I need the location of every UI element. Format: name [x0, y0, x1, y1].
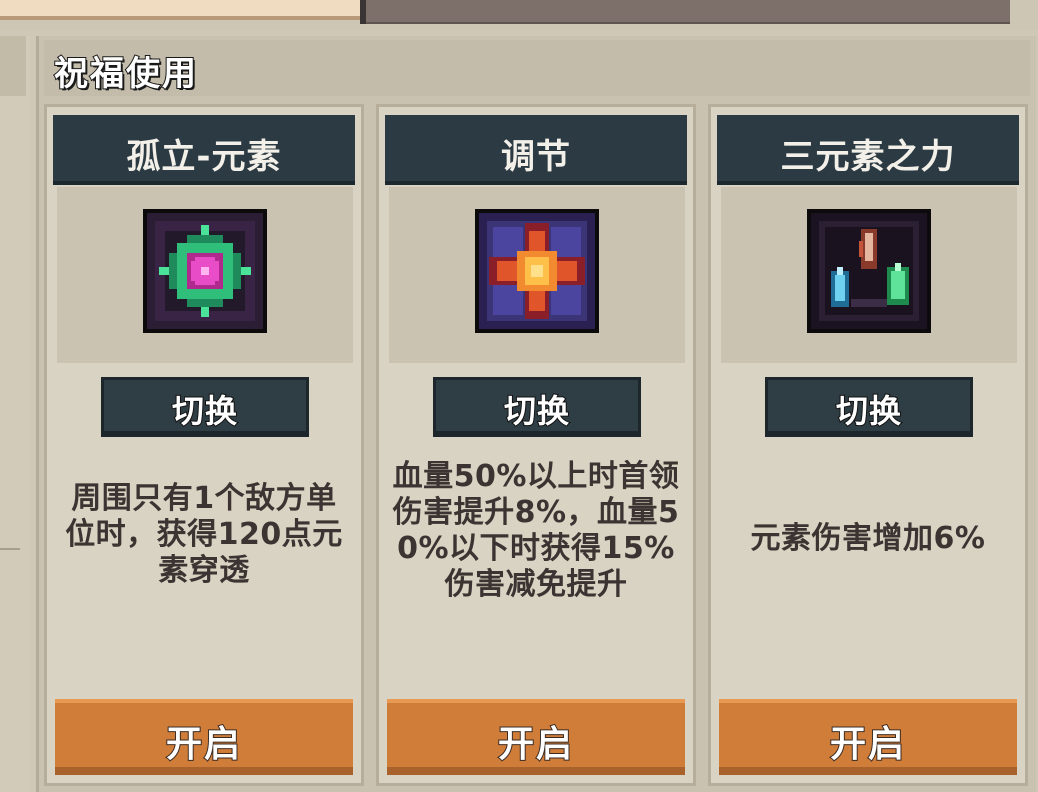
switch-button-label: 切换 [503, 391, 570, 431]
description-line: 伤害减免提升 [444, 567, 628, 602]
green-pink-gem-icon [143, 209, 267, 333]
open-button[interactable]: 开启 [55, 699, 353, 775]
switch-button-label: 切换 [835, 391, 902, 431]
description-line: 素穿透 [158, 553, 250, 588]
card-header: 三元素之力 [717, 115, 1019, 185]
left-side-panel-header [0, 36, 26, 96]
card-icon-area [57, 187, 353, 363]
green-pink-gem-icon-graphic [147, 213, 263, 329]
description-line: 血量50%以上时首领 [392, 459, 680, 494]
orange-star-cross-icon [475, 209, 599, 333]
card-header: 调节 [385, 115, 687, 185]
switch-button-label: 切换 [171, 391, 238, 431]
card-icon-area [389, 187, 685, 363]
three-crystals-icon-graphic [811, 213, 927, 329]
blessing-card-isolation-element: 孤立-元素 切换 周围只有1个敌方单 位时，获得120点元 素穿透 开启 [44, 104, 364, 786]
open-button-label: 开启 [165, 723, 242, 766]
top-tab-right[interactable] [360, 0, 1010, 24]
blessing-card-regulation: 调节 切换 血量50%以上时首领 伤害提升8%，血量5 0%以下时获得15% 伤… [376, 104, 696, 786]
card-title: 三元素之力 [780, 137, 956, 177]
top-tab-left[interactable] [0, 0, 360, 20]
card-icon-area [721, 187, 1017, 363]
blessing-card-three-elements: 三元素之力 切换 元素伤害增加6% 开启 [708, 104, 1028, 786]
section-title: 祝福使用 [53, 53, 198, 95]
orange-star-cross-icon-graphic [479, 213, 595, 329]
switch-button[interactable]: 切换 [433, 377, 641, 437]
description-line: 位时，获得120点元 [65, 517, 343, 552]
card-header: 孤立-元素 [53, 115, 355, 185]
open-button[interactable]: 开启 [387, 699, 685, 775]
description-line: 0%以下时获得15% [397, 531, 675, 566]
card-description: 血量50%以上时首领 伤害提升8%，血量5 0%以下时获得15% 伤害减免提升 [383, 459, 689, 603]
open-button-label: 开启 [829, 723, 906, 766]
switch-button[interactable]: 切换 [101, 377, 309, 437]
description-line: 周围只有1个敌方单 [71, 481, 337, 516]
card-description: 周围只有1个敌方单 位时，获得120点元 素穿透 [51, 481, 357, 589]
switch-button[interactable]: 切换 [765, 377, 973, 437]
card-description: 元素伤害增加6% [715, 521, 1021, 557]
description-line: 伤害提升8%，血量5 [392, 495, 680, 530]
card-title: 孤立-元素 [126, 137, 282, 177]
left-divider [0, 548, 20, 550]
card-title: 调节 [501, 137, 571, 177]
open-button-label: 开启 [497, 723, 574, 766]
three-crystals-icon [807, 209, 931, 333]
open-button[interactable]: 开启 [719, 699, 1017, 775]
description-line: 元素伤害增加6% [750, 521, 986, 556]
left-side-panel [0, 36, 30, 792]
